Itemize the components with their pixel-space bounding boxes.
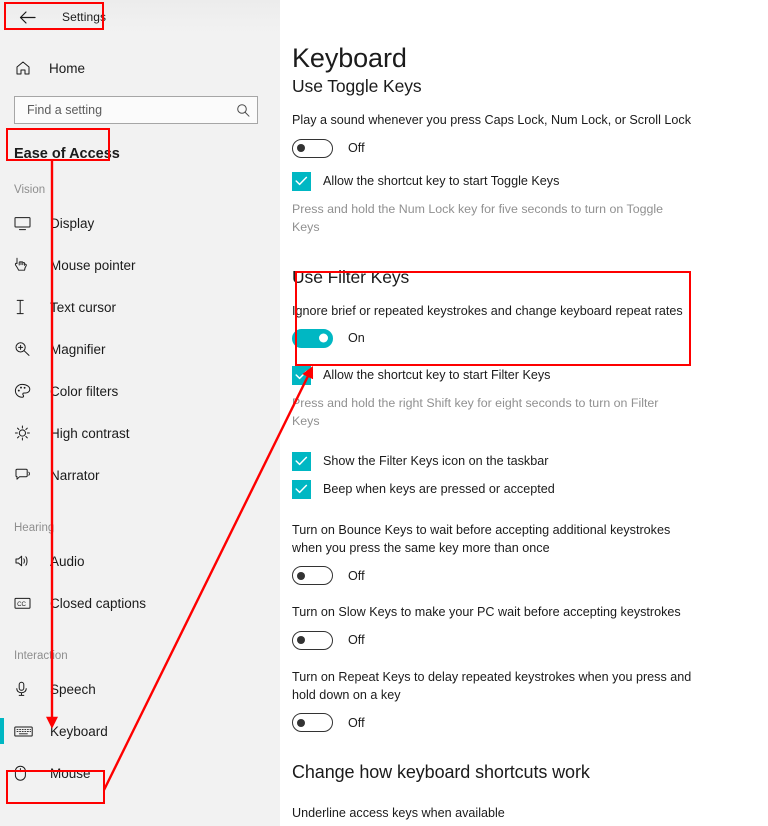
brightness-icon: [14, 425, 40, 441]
filter-keys-hint: Press and hold the right Shift key for e…: [292, 395, 659, 428]
sidebar-item-text-cursor[interactable]: Text cursor: [0, 286, 280, 328]
shortcuts-heading: Change how keyboard shortcuts work: [292, 762, 590, 783]
sidebar-item-home[interactable]: Home: [0, 53, 280, 83]
sidebar-group-label-vision: Vision: [14, 184, 46, 196]
speaker-icon: [14, 553, 40, 569]
sidebar-item-label: Display: [50, 215, 95, 231]
repeat-keys-state-label: Off: [348, 715, 365, 730]
checkbox-checked-icon[interactable]: [292, 451, 311, 471]
filter-keys-description: Ignore brief or repeated keystrokes and …: [292, 303, 683, 318]
keyboard-icon: [14, 725, 40, 738]
toggle-keys-description: Play a sound whenever you press Caps Loc…: [292, 113, 691, 128]
page-title: Keyboard: [292, 43, 407, 73]
slow-keys-state-label: Off: [348, 633, 365, 648]
sidebar-item-label: Narrator: [50, 467, 100, 483]
checkbox-checked-icon[interactable]: [292, 365, 311, 385]
sidebar-item-label: Speech: [50, 681, 96, 697]
search-input[interactable]: [25, 102, 236, 118]
filter-keys-heading: Use Filter Keys: [292, 266, 410, 287]
sidebar-item-speech[interactable]: Speech: [0, 668, 280, 710]
filter-keys-taskbar-checkbox-row[interactable]: Show the Filter Keys icon on the taskbar: [292, 451, 742, 471]
home-icon: [15, 60, 41, 76]
sidebar-item-magnifier[interactable]: Magnifier: [0, 328, 280, 370]
sidebar-item-label: Keyboard: [50, 723, 108, 739]
filter-keys-shortcut-checkbox-row[interactable]: Allow the shortcut key to start Filter K…: [292, 365, 742, 385]
sidebar-item-label: Text cursor: [50, 299, 117, 315]
filter-keys-switch[interactable]: [292, 328, 333, 348]
sidebar-item-label: High contrast: [50, 425, 130, 441]
sidebar-group-label-hearing: Hearing: [14, 522, 55, 534]
repeat-keys-toggle-row: Off: [292, 713, 742, 733]
title-bar: Settings: [0, 0, 280, 34]
toggle-keys-shortcut-label: Allow the shortcut key to start Toggle K…: [323, 174, 560, 189]
repeat-keys-switch[interactable]: [292, 713, 333, 733]
page-section-title: Ease of Access: [14, 146, 120, 162]
sidebar-item-color-filters[interactable]: Color filters: [0, 370, 280, 412]
filter-keys-beep-label: Beep when keys are pressed or accepted: [323, 482, 555, 497]
repeat-keys-description: Turn on Repeat Keys to delay repeated ke…: [292, 669, 692, 702]
sidebar: Settings Home Ease of Access Vision: [0, 0, 280, 826]
sidebar-item-audio[interactable]: Audio: [0, 540, 280, 582]
palette-icon: [14, 383, 40, 399]
slow-keys-switch[interactable]: [292, 630, 333, 650]
sidebar-item-high-contrast[interactable]: High contrast: [0, 412, 280, 454]
filter-keys-shortcut-label: Allow the shortcut key to start Filter K…: [323, 368, 551, 383]
mouse-icon: [14, 765, 40, 781]
closed-captions-icon: CC: [14, 596, 40, 610]
sidebar-item-label: Audio: [50, 553, 85, 569]
sidebar-item-closed-captions[interactable]: CC Closed captions: [0, 582, 280, 624]
filter-keys-state-label: On: [348, 331, 365, 346]
magnifier-icon: [14, 341, 40, 357]
toggle-keys-shortcut-checkbox-row[interactable]: Allow the shortcut key to start Toggle K…: [292, 171, 742, 191]
text-cursor-icon: [14, 299, 40, 315]
mouse-pointer-icon: [14, 257, 40, 273]
bounce-keys-switch[interactable]: [292, 566, 333, 586]
toggle-keys-hint: Press and hold the Num Lock key for five…: [292, 201, 664, 234]
monitor-icon: [14, 216, 40, 231]
toggle-keys-switch[interactable]: [292, 138, 333, 158]
toggle-keys-toggle-row: Off: [292, 138, 742, 158]
checkbox-checked-icon[interactable]: [292, 479, 311, 499]
sidebar-item-label: Closed captions: [50, 595, 147, 611]
bounce-keys-state-label: Off: [348, 568, 365, 583]
search-box[interactable]: [14, 96, 258, 124]
toggle-keys-heading: Use Toggle Keys: [292, 76, 422, 97]
slow-keys-toggle-row: Off: [292, 630, 742, 650]
sidebar-item-label: Mouse: [50, 765, 91, 781]
window-title: Settings: [62, 10, 107, 24]
microphone-icon: [14, 681, 40, 697]
back-arrow-icon[interactable]: [14, 6, 40, 28]
checkbox-checked-icon[interactable]: [292, 171, 311, 191]
filter-keys-beep-checkbox-row[interactable]: Beep when keys are pressed or accepted: [292, 479, 742, 499]
narrator-icon: [14, 467, 40, 483]
sidebar-item-mouse[interactable]: Mouse: [0, 752, 280, 794]
svg-text:CC: CC: [17, 601, 26, 608]
sidebar-item-mouse-pointer[interactable]: Mouse pointer: [0, 244, 280, 286]
bounce-keys-description: Turn on Bounce Keys to wait before accep…: [292, 522, 671, 556]
sidebar-item-label: Mouse pointer: [50, 257, 136, 273]
settings-window: Settings Home Ease of Access Vision: [0, 0, 768, 826]
sidebar-item-keyboard[interactable]: Keyboard: [0, 710, 280, 752]
bounce-keys-toggle-row: Off: [292, 566, 742, 586]
underline-access-keys-description: Underline access keys when available: [292, 806, 505, 821]
filter-keys-toggle-row: On: [292, 328, 742, 348]
sidebar-item-display[interactable]: Display: [0, 202, 280, 244]
sidebar-home-label: Home: [49, 60, 86, 76]
sidebar-item-label: Magnifier: [50, 341, 106, 357]
slow-keys-description: Turn on Slow Keys to make your PC wait b…: [292, 605, 681, 620]
sidebar-group-label-interaction: Interaction: [14, 650, 68, 662]
filter-keys-taskbar-label: Show the Filter Keys icon on the taskbar: [323, 454, 549, 469]
search-icon[interactable]: [236, 103, 250, 117]
sidebar-item-narrator[interactable]: Narrator: [0, 454, 280, 496]
toggle-keys-state-label: Off: [348, 141, 365, 156]
main-content: Keyboard Use Toggle Keys Play a sound wh…: [280, 0, 768, 826]
sidebar-item-label: Color filters: [50, 383, 119, 399]
